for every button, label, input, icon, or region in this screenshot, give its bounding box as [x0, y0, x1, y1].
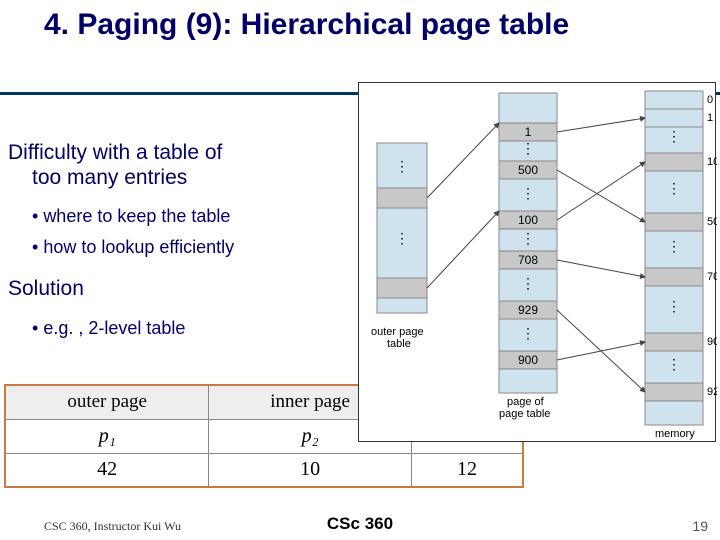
outer-label-line2: table	[387, 338, 411, 350]
hdr-outer: outer page	[5, 385, 209, 419]
outer-label-line1: outer page	[371, 326, 424, 338]
svg-text:⋮: ⋮	[667, 128, 681, 144]
pt-e2: 500	[518, 163, 538, 177]
mem-929: 929	[707, 386, 717, 398]
bullet-list-1: where to keep the table how to lookup ef…	[32, 206, 358, 258]
inner-label-line2: page table	[499, 408, 550, 420]
footer-center: CSc 360	[0, 514, 720, 534]
page-table-diagram: ⋮ ⋮ outer page table 1 500 100 708 929 9…	[358, 82, 716, 442]
svg-text:⋮: ⋮	[521, 140, 535, 156]
mem-1: 1	[707, 112, 713, 124]
svg-text:⋮: ⋮	[667, 298, 681, 314]
bits-outer: 42	[5, 453, 209, 487]
diagram-svg: ⋮ ⋮ outer page table 1 500 100 708 929 9…	[359, 83, 717, 443]
svg-text:⋮: ⋮	[521, 185, 535, 201]
bullet-list-2: e.g. , 2-level table	[32, 318, 358, 339]
svg-text:⋮: ⋮	[521, 230, 535, 246]
slide: 4. Paging (9): Hierarchical page table D…	[0, 0, 720, 540]
mem-900: 900	[707, 336, 717, 348]
bullet-2-0: e.g. , 2-level table	[32, 318, 358, 339]
svg-text:⋮: ⋮	[521, 325, 535, 341]
pt-e6: 900	[518, 353, 538, 367]
inner-label-line1: page of	[507, 396, 545, 408]
bits-inner: 10	[209, 453, 412, 487]
sym-p1: p₁	[5, 419, 209, 453]
svg-text:⋮: ⋮	[667, 180, 681, 196]
memory-label: memory	[655, 428, 695, 440]
mem-0: 0	[707, 94, 713, 106]
table-row-bits: 42 10 12	[5, 453, 523, 487]
svg-text:⋮: ⋮	[395, 158, 409, 174]
slide-title: 4. Paging (9): Hierarchical page table	[44, 8, 664, 43]
lead-paragraph-2: Solution	[8, 276, 358, 301]
pt-e5: 929	[518, 303, 538, 317]
svg-text:⋮: ⋮	[521, 275, 535, 291]
svg-text:⋮: ⋮	[667, 356, 681, 372]
lead-paragraph-1: Difficulty with a table of too many entr…	[8, 140, 358, 190]
mem-100: 100	[707, 156, 717, 168]
pt-e3: 100	[518, 213, 538, 227]
mem-708: 708	[707, 271, 717, 283]
bullet-1-1: how to lookup efficiently	[32, 237, 358, 258]
pt-e1: 1	[525, 125, 532, 139]
lead1-line2: too many entries	[32, 165, 358, 190]
lead1-line1: Difficulty with a table of	[8, 141, 222, 164]
bits-offset: 12	[411, 453, 523, 487]
svg-text:⋮: ⋮	[667, 238, 681, 254]
svg-text:⋮: ⋮	[395, 230, 409, 246]
mem-500: 500	[707, 216, 717, 228]
bullet-1-0: where to keep the table	[32, 206, 358, 227]
pt-e4: 708	[518, 253, 538, 267]
footer-page-number: 19	[692, 518, 708, 534]
body-text: Difficulty with a table of too many entr…	[8, 140, 358, 357]
